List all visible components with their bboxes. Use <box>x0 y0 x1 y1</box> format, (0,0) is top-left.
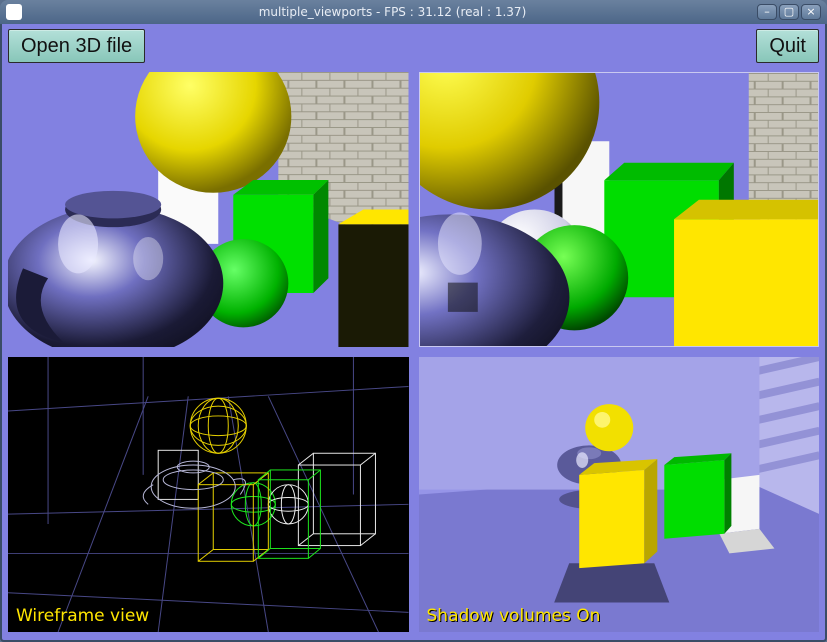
open-3d-file-button[interactable]: Open 3D file <box>8 29 145 63</box>
viewport-bottom-right[interactable]: Shadow volumes On <box>419 357 820 632</box>
render-top-left <box>8 72 409 347</box>
maximize-button[interactable]: ▢ <box>779 4 799 20</box>
toolbar: Open 3D file Quit <box>8 29 819 65</box>
viewport-grid: Wireframe view <box>8 72 819 632</box>
render-wireframe <box>8 357 409 632</box>
render-top-right <box>420 73 819 346</box>
viewport-top-left[interactable] <box>8 72 409 347</box>
window-controls: – ▢ × <box>757 4 821 20</box>
viewport-top-right[interactable] <box>419 72 820 347</box>
app-window: multiple_viewports - FPS : 31.12 (real :… <box>0 0 827 642</box>
app-icon <box>6 4 22 20</box>
close-button[interactable]: × <box>801 4 821 20</box>
quit-button[interactable]: Quit <box>756 29 819 63</box>
titlebar[interactable]: multiple_viewports - FPS : 31.12 (real :… <box>0 0 827 24</box>
window-title: multiple_viewports - FPS : 31.12 (real :… <box>28 5 757 19</box>
viewport-bottom-left[interactable]: Wireframe view <box>8 357 409 632</box>
viewport-caption: Shadow volumes On <box>427 606 601 626</box>
viewport-caption: Wireframe view <box>16 606 149 626</box>
render-shadows <box>419 357 820 632</box>
client-area: Open 3D file Quit <box>0 24 827 642</box>
minimize-button[interactable]: – <box>757 4 777 20</box>
